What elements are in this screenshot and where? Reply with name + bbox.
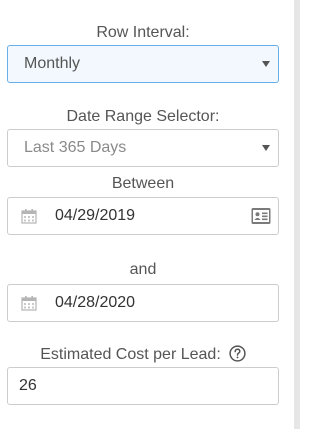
row-interval-select[interactable]: Monthly [7, 45, 279, 83]
question-circle-icon[interactable] [229, 345, 246, 362]
and-label: and [129, 261, 157, 278]
calendar-icon [21, 296, 37, 311]
end-date-input[interactable]: 04/28/2020 [7, 284, 279, 322]
cost-per-lead-label: Estimated Cost per Lead: [40, 346, 221, 363]
report-settings-panel: Row Interval: Monthly Date Range Selecto… [0, 0, 300, 429]
start-date-value: 04/29/2019 [55, 207, 136, 224]
end-date-value: 04/28/2020 [55, 294, 136, 311]
row-interval-label: Row Interval: [96, 24, 190, 41]
scrollbar[interactable] [294, 0, 300, 429]
cost-per-lead-value: 26 [19, 377, 37, 394]
cost-per-lead-input[interactable]: 26 [7, 367, 279, 405]
chevron-down-icon [262, 61, 270, 67]
row-interval-value: Monthly [24, 55, 81, 72]
date-range-select[interactable]: Last 365 Days [7, 129, 279, 167]
cost-per-lead-label-row: Estimated Cost per Lead: [7, 345, 279, 365]
start-date-input[interactable]: 04/29/2019 [7, 197, 279, 235]
date-range-value: Last 365 Days [24, 139, 127, 156]
contact-card-icon[interactable] [251, 207, 271, 225]
chevron-down-icon [262, 145, 270, 151]
calendar-icon [21, 209, 37, 224]
between-label: Between [111, 175, 175, 192]
date-range-label: Date Range Selector: [66, 108, 220, 125]
